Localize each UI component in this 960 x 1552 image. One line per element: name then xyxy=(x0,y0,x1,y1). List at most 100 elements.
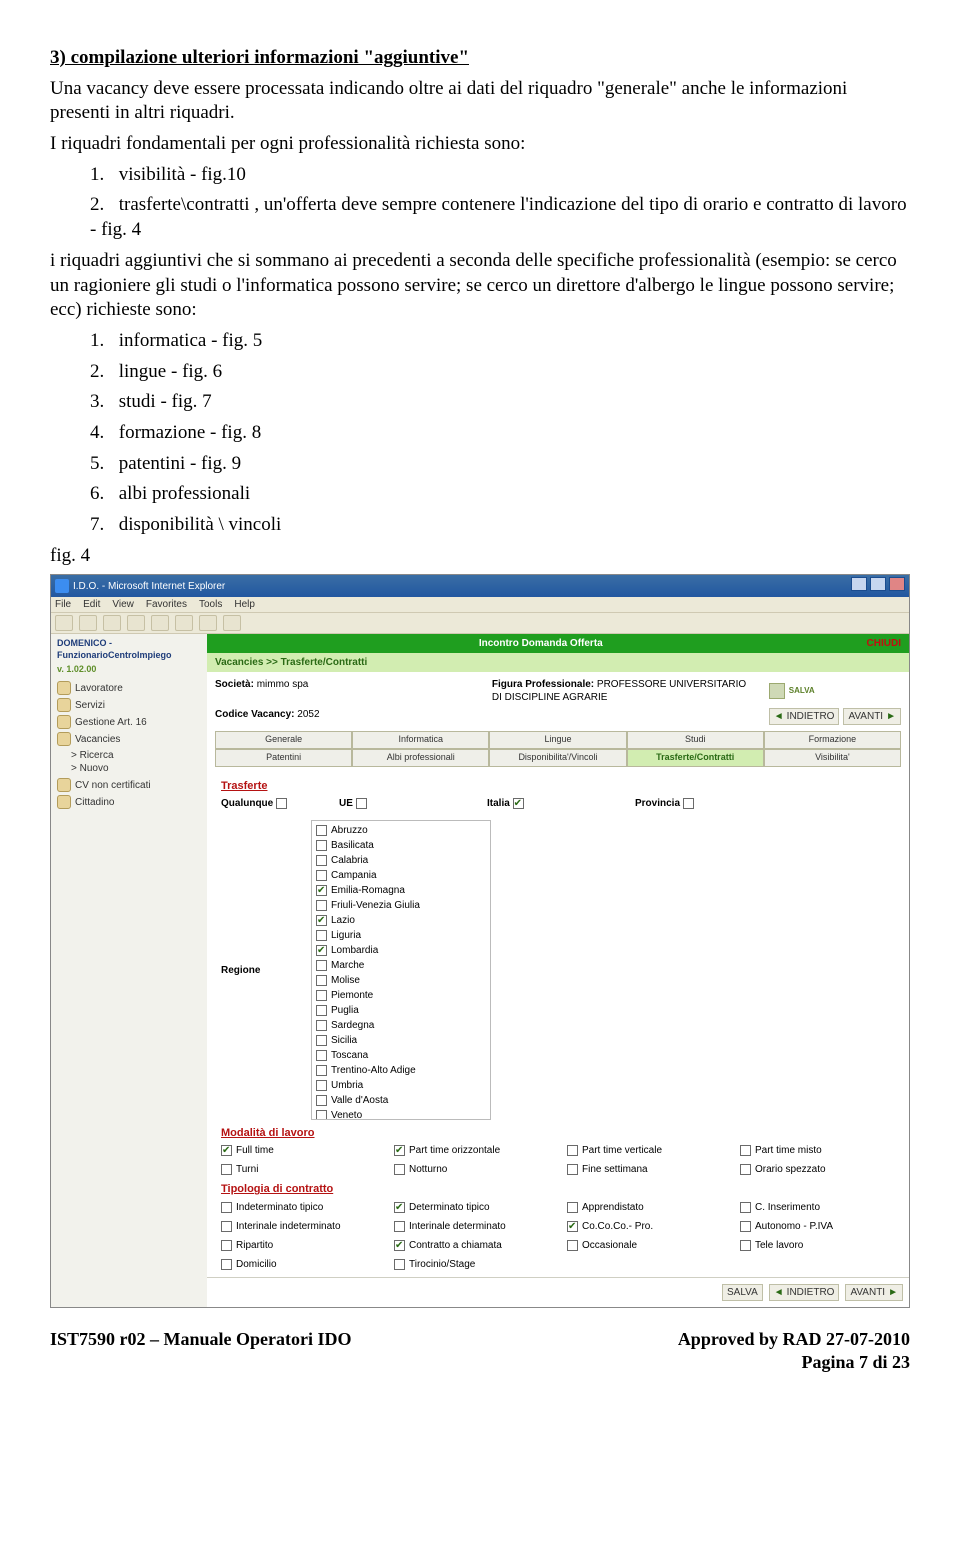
region-item[interactable]: Emilia-Romagna xyxy=(316,883,486,898)
checkbox-cell[interactable]: Full time xyxy=(221,1144,376,1157)
app-header-title: Incontro Domanda Offerta xyxy=(479,637,603,650)
close-link[interactable]: CHIUDI xyxy=(867,637,901,650)
window-close-icon[interactable] xyxy=(889,577,905,591)
region-item[interactable]: Basilicata xyxy=(316,838,486,853)
window-minimize-icon[interactable] xyxy=(851,577,867,591)
save-button[interactable]: SALVA xyxy=(789,686,815,696)
tab-cell[interactable]: Disponibilita'/Vincoli xyxy=(489,749,626,767)
tab-cell[interactable]: Visibilita' xyxy=(764,749,901,767)
region-item[interactable]: Molise xyxy=(316,973,486,988)
checkbox-cell[interactable]: Indeterminato tipico xyxy=(221,1201,376,1214)
menu-file[interactable]: File xyxy=(55,598,71,611)
checkbox-cell[interactable]: Co.Co.Co.- Pro. xyxy=(567,1220,722,1233)
figura-label: Figura Professionale: xyxy=(492,679,594,690)
tabs-row-2: PatentiniAlbi professionaliDisponibilita… xyxy=(215,749,901,767)
favorites-icon[interactable] xyxy=(199,615,217,631)
region-item[interactable]: Sicilia xyxy=(316,1033,486,1048)
nav-icon xyxy=(57,715,71,729)
list-item: 1. visibilità - fig.10 xyxy=(90,163,910,188)
footer-save-button[interactable]: SALVA xyxy=(722,1284,763,1301)
region-item[interactable]: Lombardia xyxy=(316,943,486,958)
app-version: v. 1.02.00 xyxy=(57,664,201,676)
region-item[interactable]: Puglia xyxy=(316,1003,486,1018)
checkbox-cell[interactable]: Part time verticale xyxy=(567,1144,722,1157)
checkbox-cell[interactable]: Fine settimana xyxy=(567,1163,722,1176)
section-tipologia-heading: Tipologia di contratto xyxy=(221,1182,895,1196)
menu-tools[interactable]: Tools xyxy=(199,598,222,611)
region-item[interactable]: Lazio xyxy=(316,913,486,928)
indietro-button[interactable]: ◄INDIETRO xyxy=(769,708,840,725)
qualunque-checkbox[interactable] xyxy=(276,798,287,809)
checkbox-cell[interactable]: Contratto a chiamata xyxy=(394,1239,549,1252)
region-item[interactable]: Campania xyxy=(316,868,486,883)
checkbox-cell[interactable]: Tele lavoro xyxy=(740,1239,895,1252)
region-item[interactable]: Sardegna xyxy=(316,1018,486,1033)
checkbox-cell[interactable]: Interinale determinato xyxy=(394,1220,549,1233)
window-maximize-icon[interactable] xyxy=(870,577,886,591)
checkbox-cell[interactable]: Tirocinio/Stage xyxy=(394,1258,549,1271)
sidebar-item[interactable]: Cittadino xyxy=(57,795,201,809)
sidebar-item[interactable]: Lavoratore xyxy=(57,681,201,695)
checkbox-cell[interactable]: Part time orizzontale xyxy=(394,1144,549,1157)
save-icon[interactable] xyxy=(769,683,785,699)
home-icon[interactable] xyxy=(151,615,169,631)
tab-cell[interactable]: Patentini xyxy=(215,749,352,767)
region-item[interactable]: Marche xyxy=(316,958,486,973)
region-item[interactable]: Toscana xyxy=(316,1048,486,1063)
sidebar-item[interactable]: Servizi xyxy=(57,698,201,712)
refresh-icon[interactable] xyxy=(127,615,145,631)
region-item[interactable]: Calabria xyxy=(316,853,486,868)
region-item[interactable]: Abruzzo xyxy=(316,823,486,838)
region-item[interactable]: Veneto xyxy=(316,1108,486,1120)
checkbox-cell[interactable]: Domicilio xyxy=(221,1258,376,1271)
menu-view[interactable]: View xyxy=(112,598,134,611)
checkbox-cell[interactable]: Turni xyxy=(221,1163,376,1176)
tab-cell[interactable]: Lingue xyxy=(489,731,626,749)
sidebar-subitem[interactable]: > Nuovo xyxy=(71,762,201,775)
footer-indietro-button[interactable]: ◄INDIETRO xyxy=(769,1284,840,1301)
checkbox-cell[interactable]: Occasionale xyxy=(567,1239,722,1252)
ue-checkbox[interactable] xyxy=(356,798,367,809)
menu-help[interactable]: Help xyxy=(234,598,255,611)
forward-icon[interactable] xyxy=(79,615,97,631)
region-item[interactable]: Piemonte xyxy=(316,988,486,1003)
operator-name: DOMENICO - FunzionarioCentroImpiego xyxy=(57,638,201,661)
stop-icon[interactable] xyxy=(103,615,121,631)
checkbox-cell[interactable]: C. Inserimento xyxy=(740,1201,895,1214)
tab-cell[interactable]: Studi xyxy=(627,731,764,749)
sidebar-subitem[interactable]: > Ricerca xyxy=(71,749,201,762)
history-icon[interactable] xyxy=(223,615,241,631)
checkbox-cell[interactable]: Part time misto xyxy=(740,1144,895,1157)
sidebar-item[interactable]: CV non certificati xyxy=(57,778,201,792)
tab-cell[interactable]: Formazione xyxy=(764,731,901,749)
checkbox-cell[interactable]: Interinale indeterminato xyxy=(221,1220,376,1233)
region-item[interactable]: Umbria xyxy=(316,1078,486,1093)
region-item[interactable]: Trentino-Alto Adige xyxy=(316,1063,486,1078)
italia-checkbox[interactable] xyxy=(513,798,524,809)
back-icon[interactable] xyxy=(55,615,73,631)
menu-edit[interactable]: Edit xyxy=(83,598,100,611)
region-item[interactable]: Liguria xyxy=(316,928,486,943)
tab-cell[interactable]: Generale xyxy=(215,731,352,749)
region-item[interactable]: Valle d'Aosta xyxy=(316,1093,486,1108)
checkbox-cell[interactable]: Orario spezzato xyxy=(740,1163,895,1176)
checkbox-cell[interactable]: Notturno xyxy=(394,1163,549,1176)
region-item[interactable]: Friuli-Venezia Giulia xyxy=(316,898,486,913)
checkbox-cell[interactable]: Apprendistato xyxy=(567,1201,722,1214)
sidebar-item[interactable]: Vacancies xyxy=(57,732,201,746)
checkbox-cell[interactable]: Determinato tipico xyxy=(394,1201,549,1214)
figure-label: fig. 4 xyxy=(50,544,910,569)
tab-cell[interactable]: Albi professionali xyxy=(352,749,489,767)
sidebar-item[interactable]: Gestione Art. 16 xyxy=(57,715,201,729)
footer-avanti-button[interactable]: AVANTI► xyxy=(845,1284,903,1301)
search-icon[interactable] xyxy=(175,615,193,631)
tab-cell[interactable]: Trasferte/Contratti xyxy=(627,749,764,767)
tab-cell[interactable]: Informatica xyxy=(352,731,489,749)
provincia-checkbox[interactable] xyxy=(683,798,694,809)
checkbox-cell[interactable]: Ripartito xyxy=(221,1239,376,1252)
avanti-button[interactable]: AVANTI► xyxy=(843,708,901,725)
region-listbox[interactable]: AbruzzoBasilicataCalabriaCampaniaEmilia-… xyxy=(311,820,491,1120)
checkbox-cell[interactable]: Autonomo - P.IVA xyxy=(740,1220,895,1233)
menu-favorites[interactable]: Favorites xyxy=(146,598,187,611)
breadcrumb: Vacancies >> Trasferte/Contratti xyxy=(207,653,909,672)
